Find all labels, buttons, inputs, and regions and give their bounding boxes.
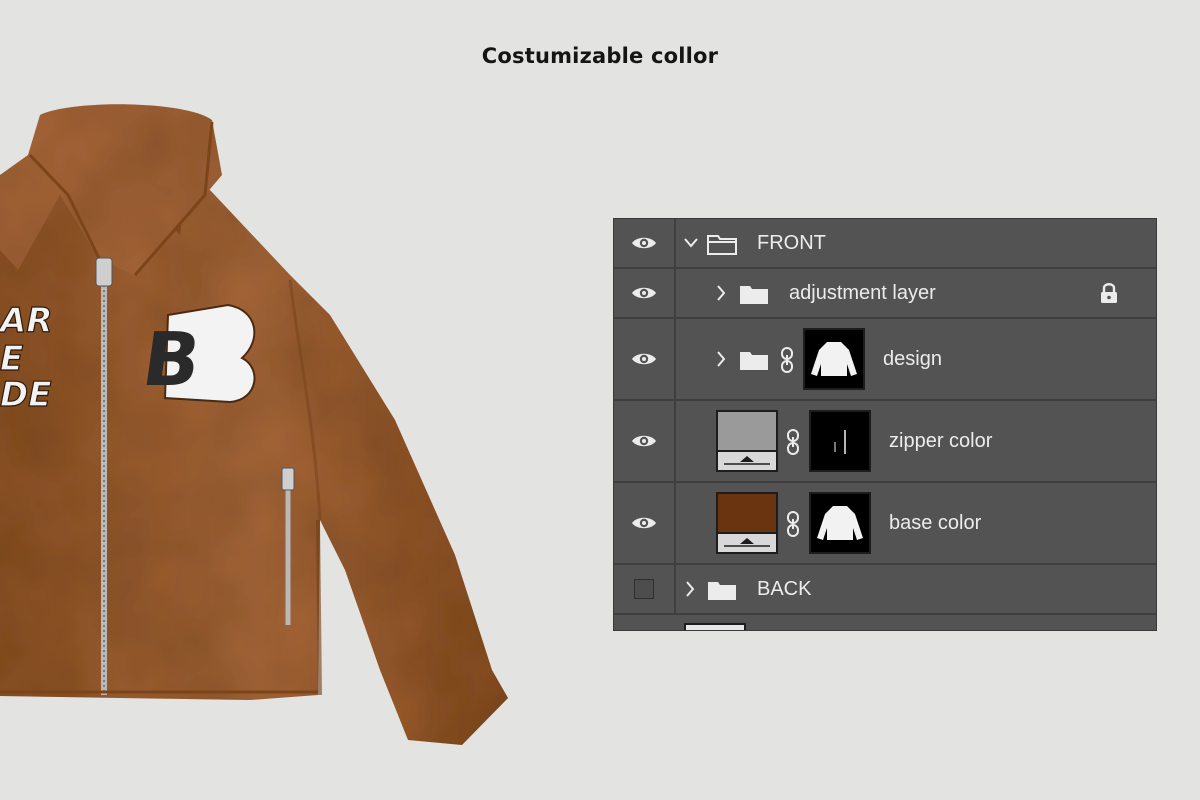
eye-icon[interactable] [631, 515, 657, 531]
zipper-mask-thumbnail[interactable] [809, 410, 871, 472]
design-mask-thumbnail[interactable] [803, 328, 865, 390]
layer-name: zipper color [889, 430, 993, 452]
layer-design[interactable]: design [614, 319, 1156, 401]
visibility-toggle-base[interactable] [614, 483, 676, 563]
folder-icon [708, 582, 736, 600]
eye-icon[interactable] [631, 433, 657, 449]
folder-icon [707, 235, 737, 255]
layer-name: BACK [757, 578, 812, 600]
visibility-toggle-design[interactable] [614, 319, 676, 399]
chevron-down-icon[interactable] [684, 237, 698, 249]
lock-icon[interactable] [1099, 282, 1119, 304]
eye-icon[interactable] [631, 285, 657, 301]
base-mask-thumbnail[interactable] [809, 492, 871, 554]
layer-name: base color [889, 512, 982, 534]
layer-name: FRONT [757, 232, 826, 254]
link-icon[interactable] [786, 429, 800, 455]
jacket-image: B AR E DE [0, 104, 508, 745]
hidden-visibility-box[interactable] [634, 579, 654, 599]
link-icon[interactable] [786, 511, 800, 537]
chevron-right-icon[interactable] [716, 351, 726, 367]
side-text-1: AR [0, 301, 53, 341]
layer-zipper-color[interactable]: zipper color [614, 401, 1156, 483]
page-title: Costumizable collor [481, 44, 719, 68]
layer-base-color[interactable]: base color [614, 483, 1156, 565]
visibility-toggle-adjustment[interactable] [614, 269, 676, 317]
zipper-color-swatch[interactable] [716, 410, 778, 472]
layer-name: adjustment layer [789, 282, 936, 304]
eye-icon[interactable] [631, 235, 657, 251]
layer-adjustment[interactable]: adjustment layer [614, 269, 1156, 319]
base-color-swatch[interactable] [716, 492, 778, 554]
folder-icon [740, 286, 768, 304]
next-layer-thumbnail-partial [684, 623, 746, 630]
chevron-right-icon[interactable] [716, 285, 726, 301]
folder-icon [740, 352, 768, 370]
layer-front[interactable]: FRONT [614, 219, 1156, 269]
layer-name: design [883, 348, 942, 370]
side-text-3: DE [0, 375, 51, 415]
layers-panel: FRONT adjustment layer design zipper col… [613, 218, 1157, 631]
visibility-toggle-front[interactable] [614, 219, 676, 267]
layer-back[interactable]: BACK [614, 565, 1156, 615]
visibility-toggle-zipper[interactable] [614, 401, 676, 481]
eye-icon[interactable] [631, 351, 657, 367]
jacket-body [0, 158, 508, 745]
link-icon[interactable] [780, 347, 794, 373]
side-text-2: E [0, 339, 23, 379]
chest-patch: B [137, 303, 256, 404]
visibility-toggle-back[interactable] [614, 565, 676, 613]
chevron-right-icon[interactable] [685, 581, 695, 597]
